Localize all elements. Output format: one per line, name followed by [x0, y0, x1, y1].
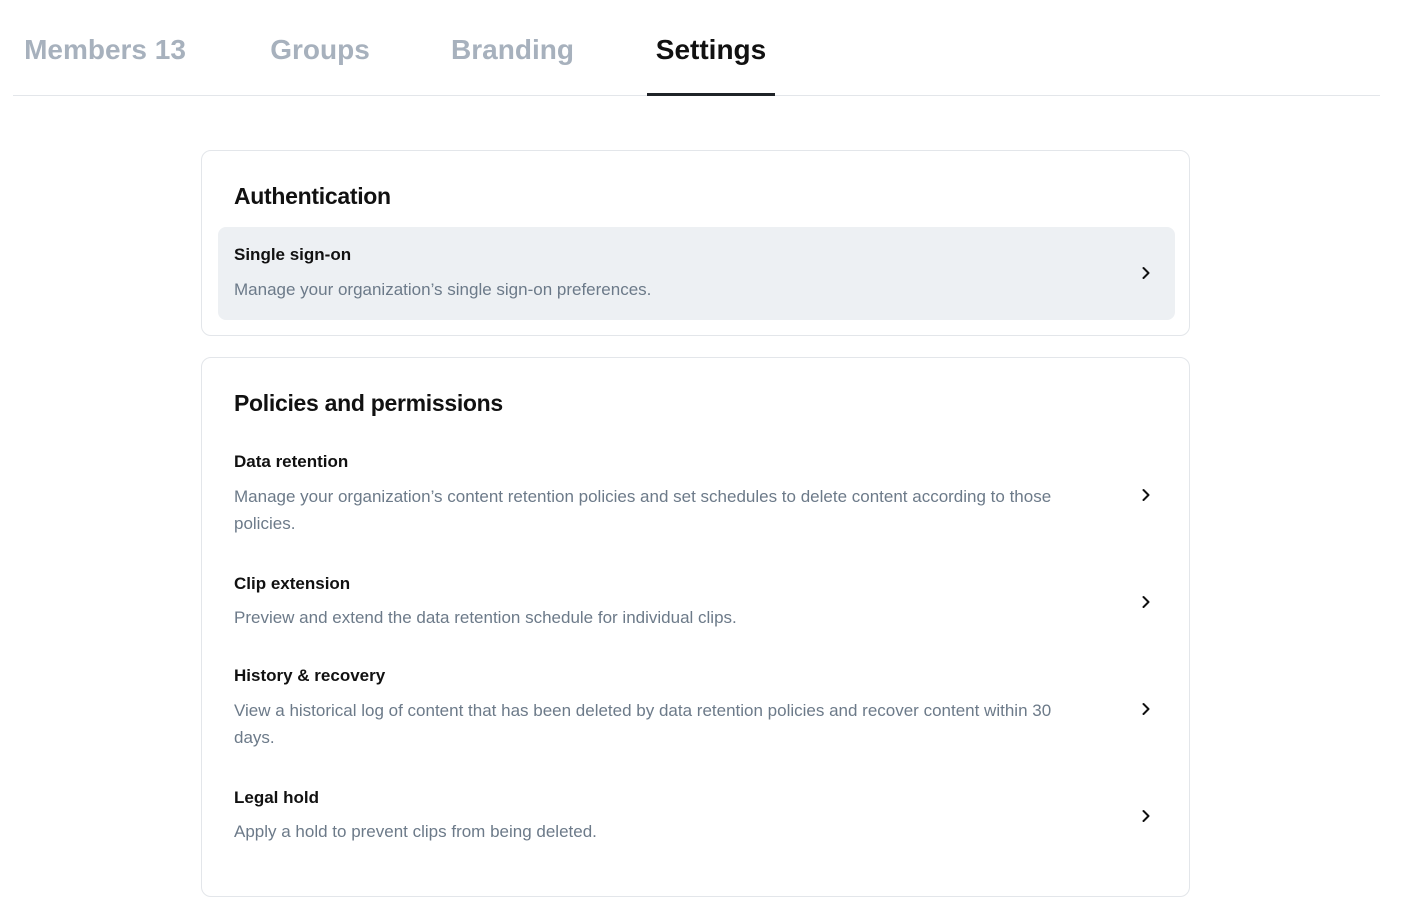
tab-branding[interactable]: Branding	[448, 0, 577, 96]
data-retention-title: Data retention	[234, 452, 349, 471]
chevron-right-icon	[1139, 488, 1153, 502]
single-sign-on-title: Single sign-on	[234, 245, 352, 264]
history-recovery-description: View a historical log of content that ha…	[234, 701, 1052, 747]
clip-extension-description: Preview and extend the data retention sc…	[234, 608, 737, 627]
single-sign-on-description: Manage your organization’s single sign-o…	[234, 280, 652, 299]
tab-settings-label: Settings	[655, 34, 767, 65]
single-sign-on-row[interactable]: Single sign-on Manage your organization’…	[218, 227, 1175, 320]
clip-extension-row[interactable]: Clip extension Preview and extend the da…	[218, 562, 1175, 642]
chevron-right-icon	[1139, 702, 1153, 716]
legal-hold-description: Apply a hold to prevent clips from being…	[234, 822, 597, 841]
tab-members-label: Members 13	[24, 34, 186, 65]
policies-heading: Policies and permissions	[234, 390, 503, 416]
tab-groups[interactable]: Groups	[268, 0, 372, 96]
tab-members[interactable]: Members 13	[19, 0, 191, 96]
clip-extension-title: Clip extension	[234, 574, 351, 593]
history-recovery-row[interactable]: History & recovery View a historical log…	[218, 654, 1175, 758]
authentication-heading: Authentication	[234, 183, 391, 209]
data-retention-row[interactable]: Data retention Manage your organization’…	[218, 440, 1175, 544]
policies-card: Policies and permissions Data retention …	[201, 357, 1190, 897]
tab-groups-label: Groups	[270, 34, 370, 65]
chevron-right-icon	[1139, 266, 1153, 280]
history-recovery-title: History & recovery	[234, 666, 386, 685]
tab-bar: Members 13 Groups Branding Settings	[13, 0, 1380, 96]
tab-branding-label: Branding	[451, 34, 574, 65]
chevron-right-icon	[1139, 595, 1153, 609]
tab-settings[interactable]: Settings	[647, 0, 775, 96]
legal-hold-title: Legal hold	[234, 788, 319, 807]
data-retention-description: Manage your organization’s content reten…	[234, 487, 1052, 533]
authentication-card: Authentication Single sign-on Manage you…	[201, 150, 1190, 336]
legal-hold-row[interactable]: Legal hold Apply a hold to prevent clips…	[218, 776, 1175, 856]
chevron-right-icon	[1139, 809, 1153, 823]
